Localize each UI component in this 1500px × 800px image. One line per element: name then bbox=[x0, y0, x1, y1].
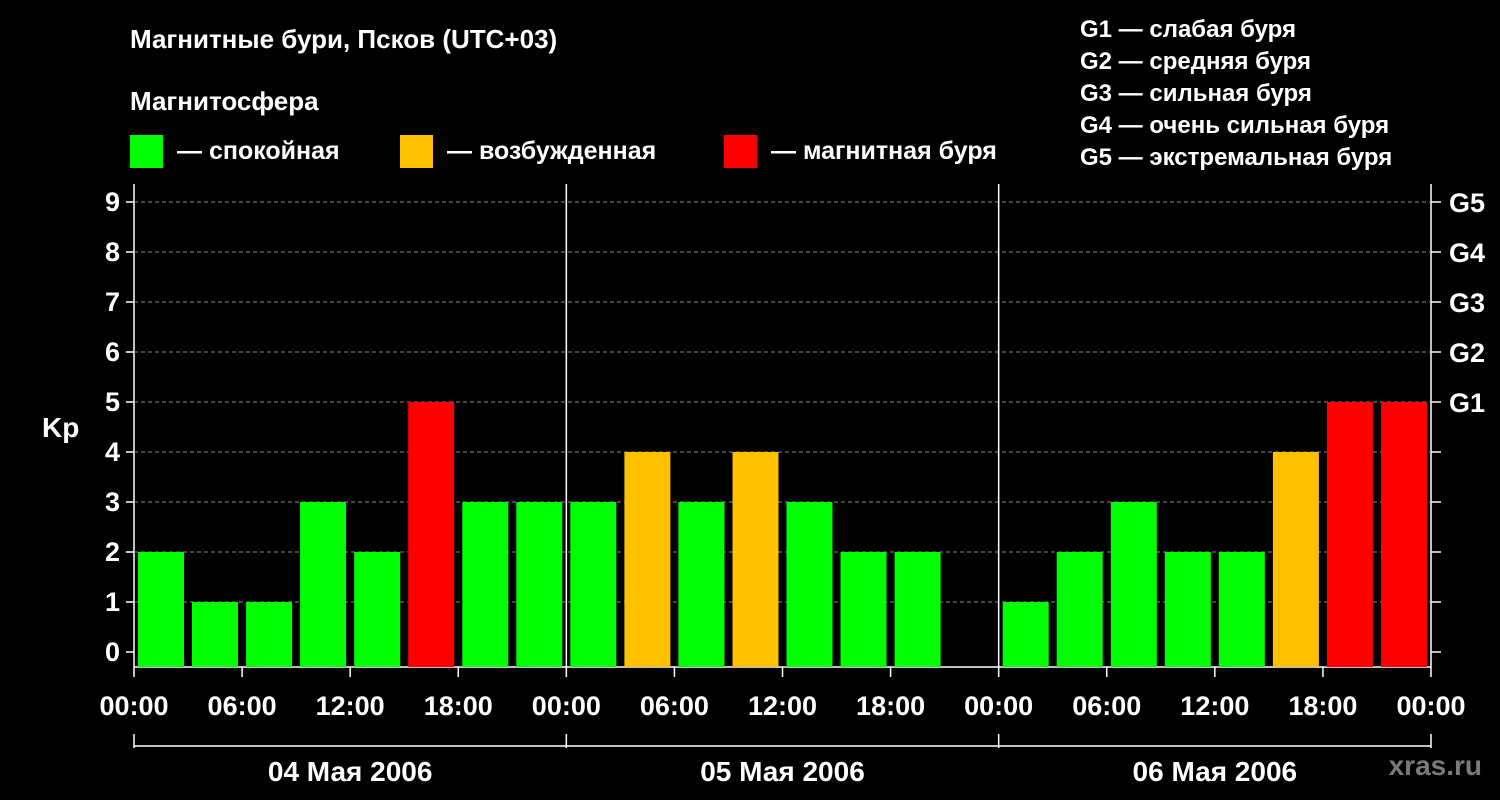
g-level-tick-label: G3 bbox=[1449, 288, 1485, 318]
kp-bar bbox=[1218, 552, 1265, 667]
g-level-tick-label: G5 bbox=[1449, 188, 1485, 218]
x-tick-label: 00:00 bbox=[1396, 691, 1465, 721]
kp-bar bbox=[624, 452, 671, 667]
kp-bar bbox=[408, 402, 455, 667]
y-tick-label: 0 bbox=[105, 637, 120, 667]
kp-bar bbox=[570, 502, 617, 667]
kp-bar bbox=[894, 552, 941, 667]
g-level-tick-label: G1 bbox=[1449, 388, 1485, 418]
kp-bar bbox=[192, 602, 238, 667]
x-tick-label: 12:00 bbox=[316, 691, 385, 721]
x-tick-label: 18:00 bbox=[1288, 691, 1357, 721]
kp-bar bbox=[1326, 402, 1373, 667]
x-tick-label: 00:00 bbox=[964, 691, 1033, 721]
kp-bar bbox=[1056, 552, 1103, 667]
y-tick-label: 9 bbox=[105, 187, 120, 217]
y-tick-label: 7 bbox=[105, 287, 120, 317]
x-tick-label: 18:00 bbox=[856, 691, 925, 721]
x-tick-label: 06:00 bbox=[1072, 691, 1141, 721]
y-tick-label: 1 bbox=[105, 587, 120, 617]
x-tick-label: 06:00 bbox=[208, 691, 277, 721]
y-tick-label: 5 bbox=[105, 387, 120, 417]
day-label: 05 Мая 2006 bbox=[700, 756, 865, 787]
y-tick-label: 3 bbox=[105, 487, 120, 517]
kp-bar bbox=[678, 502, 725, 667]
kp-bar bbox=[786, 502, 833, 667]
kp-bar bbox=[732, 452, 779, 667]
x-tick-label: 00:00 bbox=[99, 691, 168, 721]
kp-bar bbox=[1164, 552, 1211, 667]
g-level-tick-label: G4 bbox=[1449, 238, 1485, 268]
kp-bar bbox=[1002, 602, 1049, 667]
x-tick-label: 18:00 bbox=[424, 691, 493, 721]
kp-bar bbox=[516, 502, 563, 667]
y-tick-label: 6 bbox=[105, 337, 120, 367]
kp-bar bbox=[462, 502, 509, 667]
day-label: 04 Мая 2006 bbox=[268, 756, 433, 787]
y-tick-label: 8 bbox=[105, 237, 120, 267]
x-tick-label: 06:00 bbox=[640, 691, 709, 721]
kp-bar bbox=[1110, 502, 1157, 667]
x-tick-label: 12:00 bbox=[748, 691, 817, 721]
kp-bar bbox=[840, 552, 887, 667]
x-tick-label: 00:00 bbox=[532, 691, 601, 721]
y-tick-label: 4 bbox=[105, 437, 120, 467]
kp-bar bbox=[1272, 452, 1319, 667]
g-level-tick-label: G2 bbox=[1449, 338, 1485, 368]
kp-bar bbox=[138, 552, 184, 667]
kp-bar bbox=[354, 552, 401, 667]
kp-bar bbox=[1381, 402, 1427, 667]
kp-bar bbox=[300, 502, 347, 667]
kp-bar bbox=[246, 602, 293, 667]
x-tick-label: 12:00 bbox=[1180, 691, 1249, 721]
y-tick-label: 2 bbox=[105, 537, 120, 567]
day-label: 06 Мая 2006 bbox=[1133, 756, 1298, 787]
watermark: xras.ru bbox=[1388, 750, 1482, 781]
kp-bar-chart: 0 1 2 3 4 5 6 7 8 9 G1 G2 G3 G4 G5 00:00 06:00 12:00 18:00… bbox=[99, 184, 1485, 787]
